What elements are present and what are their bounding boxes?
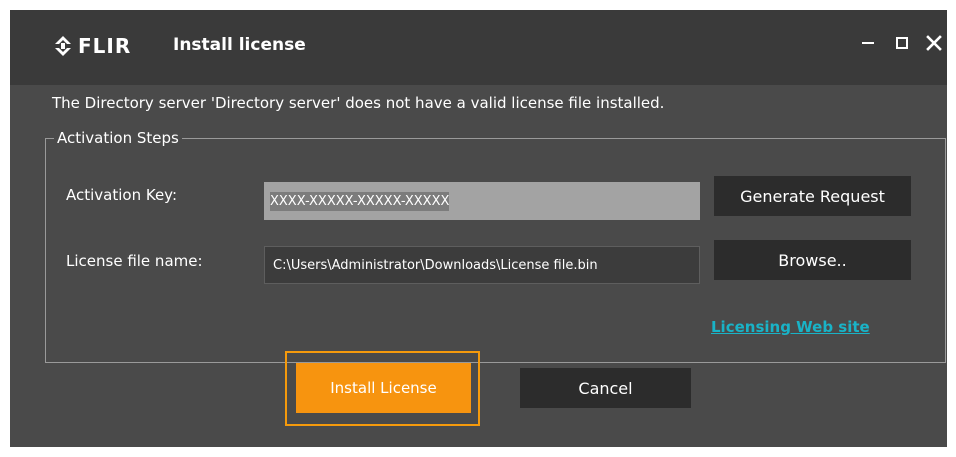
close-button[interactable]: [921, 30, 947, 56]
licensing-web-site-link[interactable]: Licensing Web site: [711, 318, 870, 336]
window-title: Install license: [173, 35, 306, 55]
maximize-button[interactable]: [889, 30, 915, 56]
title-bar[interactable]: FLIR Install license: [10, 10, 947, 85]
maximize-icon: [896, 37, 908, 49]
activation-key-label: Activation Key:: [66, 186, 178, 204]
close-icon: [926, 35, 942, 51]
flir-logo-icon: [55, 36, 71, 56]
activation-key-field[interactable]: XXXX-XXXXX-XXXXX-XXXXX: [264, 182, 700, 220]
license-file-name-label: License file name:: [66, 252, 203, 270]
browse-button[interactable]: Browse..: [714, 240, 911, 280]
brand-name: FLIR: [78, 34, 132, 58]
flir-logo: FLIR: [52, 34, 131, 58]
minimize-button[interactable]: [855, 30, 881, 56]
install-license-button[interactable]: Install License: [296, 363, 471, 413]
install-license-dialog: FLIR Install license The Directory serve…: [10, 10, 947, 447]
cancel-button[interactable]: Cancel: [520, 368, 691, 408]
activation-key-value: XXXX-XXXXX-XXXXX-XXXXX: [270, 191, 450, 211]
license-status-message: The Directory server 'Directory server' …: [52, 94, 665, 112]
minimize-icon: [862, 42, 874, 44]
activation-steps-title: Activation Steps: [54, 129, 182, 147]
license-file-name-field[interactable]: C:\Users\Administrator\Downloads\License…: [264, 246, 700, 284]
generate-request-button[interactable]: Generate Request: [714, 176, 911, 216]
